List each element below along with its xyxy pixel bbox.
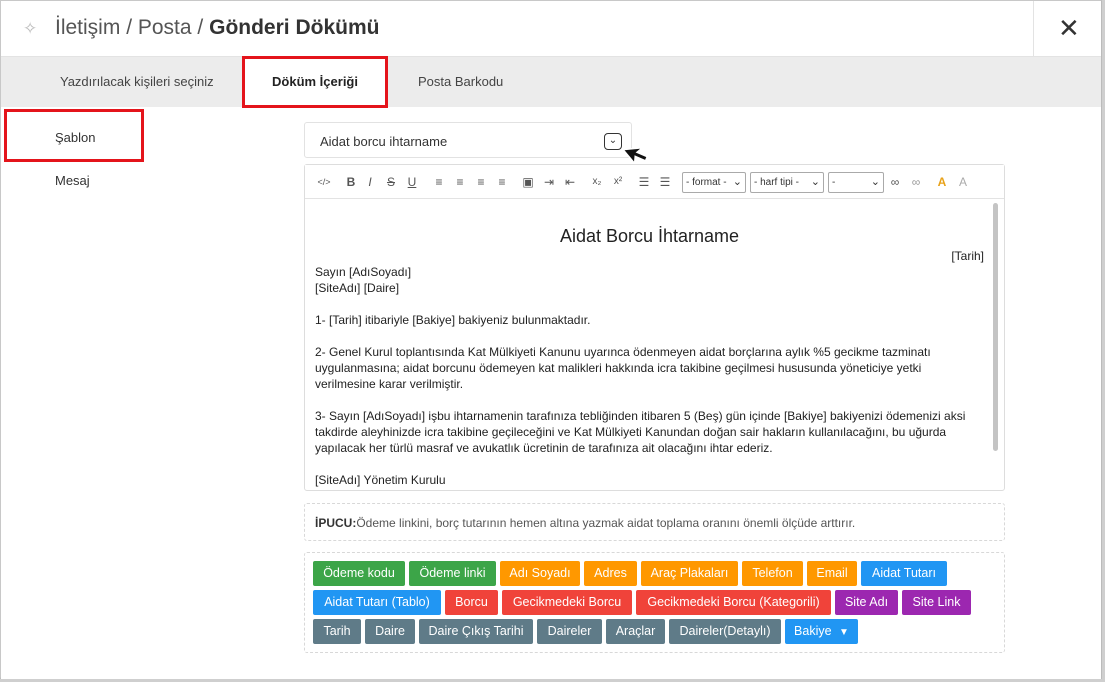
placeholder-button-tarih[interactable]: Tarih [313, 619, 361, 644]
tab-bar: Yazdırılacak kişileri seçiniz Döküm İçer… [1, 57, 1101, 107]
italic-icon[interactable]: I [362, 174, 378, 190]
placeholder-button-aidat-tutari-tablo[interactable]: Aidat Tutarı (Tablo) [313, 590, 441, 615]
align-left-icon[interactable]: ≡ [431, 174, 447, 190]
chevron-down-icon: ⌄ [870, 176, 880, 188]
font-size-select-value: - [832, 177, 836, 188]
bold-icon[interactable]: B [343, 174, 359, 190]
underline-icon[interactable]: U [404, 174, 420, 190]
sidebar-item-mesaj[interactable]: Mesaj [55, 173, 90, 188]
template-select-value: Aidat borcu ihtarname [320, 134, 448, 149]
placeholder-button-adres[interactable]: Adres [584, 561, 637, 586]
strikethrough-icon[interactable]: S [383, 174, 399, 190]
superscript-icon[interactable]: x² [610, 174, 626, 190]
placeholder-button-daireler[interactable]: Daireler [537, 619, 602, 644]
placeholder-button-borcu[interactable]: Borcu [445, 590, 498, 615]
chevron-down-icon: ⌄ [810, 176, 820, 188]
paragraph-3: 3- Sayın [AdıSoyadı] işbu ihtarnamenin t… [315, 409, 966, 455]
tip-text: Ödeme linkini, borç tutarının hemen altı… [356, 516, 856, 530]
text-color-icon[interactable]: A [934, 174, 950, 190]
placeholder-button-odeme-kodu[interactable]: Ödeme kodu [313, 561, 405, 586]
placeholder-button-arac-plakalari[interactable]: Araç Plakaları [641, 561, 738, 586]
caret-down-icon: ▼ [839, 627, 849, 638]
close-icon: ✕ [1058, 13, 1080, 43]
address-line: [SiteAdı] [Daire] [315, 281, 400, 295]
greeting-line: Sayın [AdıSoyadı] [315, 265, 412, 279]
modal-window: ✧ İletişim / Posta / Gönderi Dökümü ✕ Ya… [0, 0, 1102, 679]
source-code-icon[interactable]: </> [316, 174, 332, 190]
placeholder-button-daire[interactable]: Daire [365, 619, 415, 644]
rich-text-editor: </> B I S U ≡ ≡ ≡ ≡ ▣ ⇥ ⇤ x₂ x² ☰ ☰ - fo… [304, 164, 1005, 491]
tip-box: İPUCU:Ödeme linkini, borç tutarının heme… [304, 503, 1005, 541]
highlight-box-sidebar [4, 109, 144, 162]
chevron-down-icon: ⌄ [732, 176, 742, 188]
template-select[interactable]: Aidat borcu ihtarname ⌄ [304, 122, 632, 158]
placeholder-button-adi-soyadi[interactable]: Adı Soyadı [500, 561, 580, 586]
align-center-icon[interactable]: ≡ [452, 174, 468, 190]
placeholder-button-gecikmedeki-borcu-kategorili[interactable]: Gecikmedeki Borcu (Kategorili) [636, 590, 831, 615]
paragraph-1: 1- [Tarih] itibariyle [Bakiye] bakiyeniz… [315, 313, 591, 327]
modal-header: ✧ İletişim / Posta / Gönderi Dökümü ✕ [1, 1, 1101, 57]
tab-recipients[interactable]: Yazdırılacak kişileri seçiniz [60, 57, 214, 107]
document-title: Aidat Borcu İhtarname [559, 226, 740, 246]
page-title: Gönderi Dökümü [209, 16, 380, 39]
outdent-icon[interactable]: ⇤ [562, 174, 578, 190]
unlink-icon[interactable]: ∞ [908, 174, 924, 190]
breadcrumb-item-iletisim[interactable]: İletişim [55, 16, 120, 39]
placeholder-button-odeme-linki[interactable]: Ödeme linki [409, 561, 496, 586]
placeholder-button-bakiye[interactable]: Bakiye ▼ [785, 619, 858, 644]
placeholder-button-email[interactable]: Email [807, 561, 857, 586]
signature-line: [SiteAdı] Yönetim Kurulu [315, 473, 446, 487]
font-size-select[interactable]: - ⌄ [828, 172, 884, 193]
placeholder-button-daireler-detayli[interactable]: Daireler(Detaylı) [669, 619, 781, 644]
bakiye-label: Bakiye [794, 624, 832, 638]
breadcrumb-item-posta[interactable]: Posta [138, 16, 192, 39]
highlight-box-tab [242, 56, 388, 108]
paragraph-2: 2- Genel Kurul toplantısında Kat Mülkiye… [315, 345, 931, 391]
editor-content[interactable]: Aidat Borcu İhtarname [Tarih] Sayın [Adı… [305, 200, 994, 490]
placeholder-button-site-adi[interactable]: Site Adı [835, 590, 898, 615]
breadcrumb-separator: / [197, 16, 204, 39]
tip-label: İPUCU: [315, 516, 357, 530]
ordered-list-icon[interactable]: ☰ [636, 174, 652, 190]
editor-scrollbar[interactable] [993, 203, 998, 451]
font-family-select[interactable]: - harf tipi - ⌄ [750, 172, 824, 193]
indent-icon[interactable]: ⇥ [541, 174, 557, 190]
subscript-icon[interactable]: x₂ [589, 174, 605, 190]
placeholder-button-telefon[interactable]: Telefon [742, 561, 803, 586]
link-icon[interactable]: ∞ [887, 174, 903, 190]
align-right-icon[interactable]: ≡ [473, 174, 489, 190]
chevron-down-icon[interactable]: ⌄ [604, 133, 622, 150]
placeholder-button-aidat-tutari[interactable]: Aidat Tutarı [861, 561, 947, 586]
blockquote-icon[interactable]: ▣ [520, 174, 536, 190]
unordered-list-icon[interactable]: ☰ [657, 174, 673, 190]
tab-postal-barcode[interactable]: Posta Barkodu [418, 57, 503, 107]
align-justify-icon[interactable]: ≡ [494, 174, 510, 190]
format-select-value: - format - [686, 177, 727, 188]
close-button[interactable]: ✕ [1033, 1, 1101, 57]
breadcrumb-separator: / [126, 16, 133, 39]
pin-icon[interactable]: ✧ [23, 19, 43, 39]
background-color-icon[interactable]: A [955, 174, 971, 190]
format-select[interactable]: - format - ⌄ [682, 172, 746, 193]
font-family-select-value: - harf tipi - [754, 177, 800, 188]
document-date: [Tarih] [951, 249, 984, 263]
placeholder-button-araclar[interactable]: Araçlar [606, 619, 665, 644]
placeholder-button-site-link[interactable]: Site Link [902, 590, 971, 615]
breadcrumb: İletişim / Posta / Gönderi Dökümü [55, 16, 379, 40]
editor-toolbar: </> B I S U ≡ ≡ ≡ ≡ ▣ ⇥ ⇤ x₂ x² ☰ ☰ - fo… [305, 165, 1004, 199]
placeholder-button-daire-cikis-tarihi[interactable]: Daire Çıkış Tarihi [419, 619, 533, 644]
placeholder-button-gecikmedeki-borcu[interactable]: Gecikmedeki Borcu [502, 590, 632, 615]
